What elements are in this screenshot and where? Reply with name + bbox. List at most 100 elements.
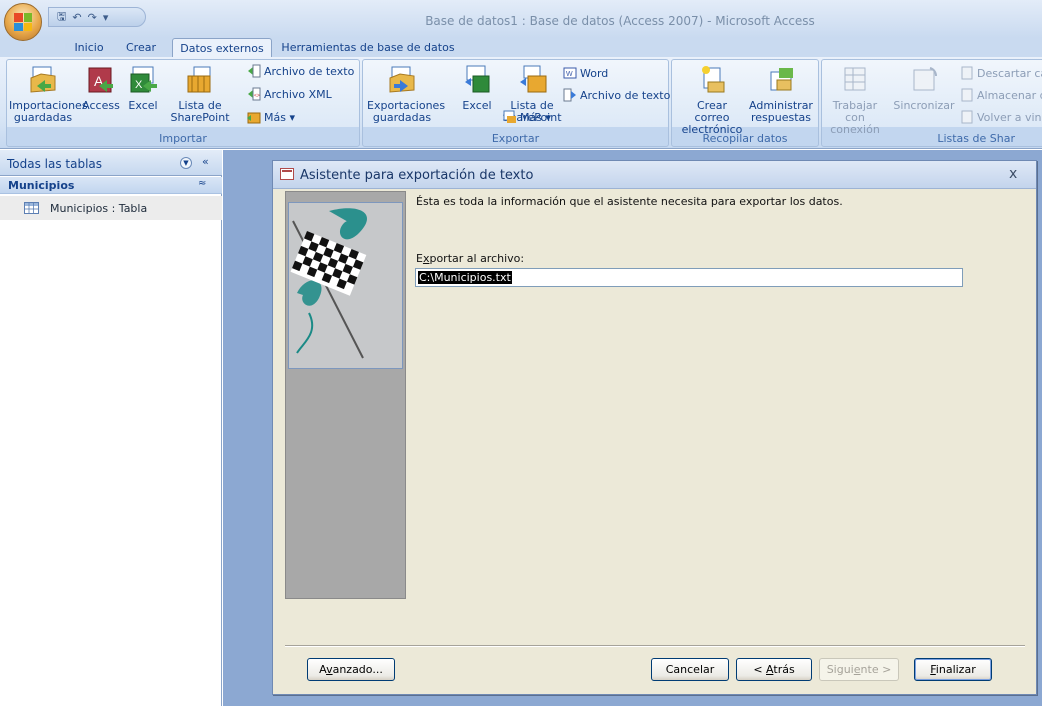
redo-icon[interactable]: ↷ <box>88 11 97 24</box>
crear-correo-button[interactable]: Crear correo electrónico <box>678 64 746 136</box>
ribbon: Importaciones guardadas A Access X Excel <box>0 57 1042 149</box>
export-file-label: Exportar al archivo: <box>416 252 524 265</box>
work-offline-icon <box>844 67 866 91</box>
administrar-respuestas-button[interactable]: Administrar respuestas <box>748 64 814 124</box>
label: Volver a vinc <box>977 110 1042 124</box>
sharepoint-list-icon <box>187 66 211 93</box>
next-button[interactable]: Siguiente > <box>819 658 899 681</box>
excel-export-icon <box>465 65 490 93</box>
label: < <box>753 663 767 676</box>
label: Archivo de texto <box>264 64 355 78</box>
back-button[interactable]: < Atrás <box>736 658 812 681</box>
export-path-value: C:\Municipios.txt <box>418 271 512 284</box>
label: respuestas <box>750 111 812 124</box>
office-button[interactable] <box>4 3 42 41</box>
label: Archivo de texto <box>580 88 671 102</box>
info-text: Ésta es toda la información que el asist… <box>416 195 843 208</box>
import-access-button[interactable]: A Access <box>79 64 123 112</box>
tab-herramientas[interactable]: Herramientas de base de datos <box>278 38 458 58</box>
text-file-export-icon <box>563 88 577 102</box>
volver-vincular-button[interactable]: Volver a vinc <box>960 110 1042 124</box>
export-path-input[interactable]: C:\Municipios.txt <box>415 268 963 287</box>
tab-inicio[interactable]: Inicio <box>62 38 116 58</box>
label: trás <box>773 663 795 676</box>
svg-text:X: X <box>135 79 143 91</box>
group-label: Importar <box>159 132 207 145</box>
label: Crear correo <box>694 99 730 124</box>
svg-text:<>: <> <box>254 93 260 99</box>
title-bar: 🖫 ↶ ↷ ▾ Base de datos1 : Base de datos (… <box>0 0 1042 41</box>
exportaciones-guardadas-button[interactable]: Exportaciones guardadas <box>367 64 445 124</box>
descartar-cambios-button[interactable]: Descartar ca <box>960 66 1042 80</box>
collapse-group-icon[interactable]: ≈ <box>198 178 206 189</box>
sincronizar-button[interactable]: Sincronizar <box>892 64 956 112</box>
collapse-nav-icon[interactable]: « <box>202 155 209 168</box>
manage-replies-icon <box>770 68 793 91</box>
tab-crear[interactable]: Crear <box>116 38 166 58</box>
group-recopilar-datos: Crear correo electrónico Administrar res… <box>671 59 819 147</box>
import-sharepoint-button[interactable]: Lista de SharePoint <box>165 64 235 124</box>
label: E <box>416 252 423 265</box>
label: Descartar ca <box>977 66 1042 80</box>
trabajar-con-conexion-button[interactable]: Trabajar con conexión <box>822 64 888 136</box>
export-text-file-button[interactable]: Archivo de texto <box>563 88 670 102</box>
accelerator: e <box>853 663 861 676</box>
close-icon[interactable]: x <box>1009 166 1017 182</box>
nav-group-label: Municipios <box>8 179 75 192</box>
export-word-button[interactable]: W Word <box>563 66 608 80</box>
more-export-icon <box>503 110 517 124</box>
cancel-button[interactable]: Cancelar <box>651 658 729 681</box>
group-exportar: Exportaciones guardadas Excel Lista de S… <box>362 59 670 147</box>
sync-icon <box>913 67 937 91</box>
label: Almacenar d <box>977 88 1042 102</box>
window-title: Base de datos1 : Base de datos (Access 2… <box>425 14 815 28</box>
label: anzado... <box>332 663 383 676</box>
cache-icon <box>960 88 974 102</box>
wizard-side-panel <box>285 191 406 599</box>
group-label: Exportar <box>491 132 540 145</box>
undo-icon[interactable]: ↶ <box>72 11 81 24</box>
label: Access <box>82 99 120 112</box>
group-label: Recopilar datos <box>702 132 788 145</box>
export-excel-button[interactable]: Excel <box>457 64 497 112</box>
xml-file-icon: <> <box>247 87 261 101</box>
dialog-title: Asistente para exportación de texto <box>300 168 534 183</box>
importaciones-guardadas-button[interactable]: Importaciones guardadas <box>9 64 88 124</box>
relink-icon <box>960 110 974 124</box>
nav-item-label: Municipios : Tabla <box>50 202 148 215</box>
ribbon-tabs: Inicio Crear Datos externos Herramientas… <box>0 38 1042 58</box>
save-icon[interactable]: 🖫 <box>57 8 66 27</box>
saved-imports-icon <box>30 66 56 93</box>
quick-access-toolbar: 🖫 ↶ ↷ ▾ <box>48 7 146 27</box>
nav-group-municipios[interactable]: Municipios ≈ <box>0 177 222 194</box>
advanced-button[interactable]: Avanzado... <box>307 658 395 681</box>
nav-header[interactable]: Todas las tablas ▼ « <box>0 150 222 176</box>
customize-icon[interactable]: ▾ <box>103 11 109 24</box>
access-icon: A <box>88 67 113 93</box>
form-icon <box>280 168 294 180</box>
export-more-button[interactable]: Más ▾ <box>503 110 551 124</box>
text-file-icon <box>247 64 261 78</box>
import-more-button[interactable]: Más ▾ <box>247 110 295 124</box>
dialog-title-bar[interactable]: Asistente para exportación de texto x <box>273 161 1036 189</box>
tab-datos-externos[interactable]: Datos externos <box>172 38 272 58</box>
import-text-file-button[interactable]: Archivo de texto <box>247 64 354 78</box>
finish-button[interactable]: Finalizar <box>914 658 992 681</box>
nav-item-municipios-tabla[interactable]: Municipios : Tabla <box>0 196 222 220</box>
label: Archivo XML <box>264 87 332 101</box>
import-xml-button[interactable]: <> Archivo XML <box>247 87 332 101</box>
label: inalizar <box>935 663 976 676</box>
office-logo-icon <box>14 13 32 31</box>
create-email-icon <box>702 66 725 93</box>
chevron-down-circle-icon[interactable]: ▼ <box>180 157 192 169</box>
label: guardadas <box>13 111 73 124</box>
discard-icon <box>960 66 974 80</box>
label: Excel <box>128 99 158 112</box>
group-label: Listas de Shar <box>937 132 1015 145</box>
almacenar-button[interactable]: Almacenar d <box>960 88 1042 102</box>
label: Trabajar con <box>832 99 878 124</box>
more-icon <box>247 110 261 124</box>
import-excel-button[interactable]: X Excel <box>123 64 163 112</box>
divider <box>285 645 1025 647</box>
label: Word <box>580 66 609 80</box>
